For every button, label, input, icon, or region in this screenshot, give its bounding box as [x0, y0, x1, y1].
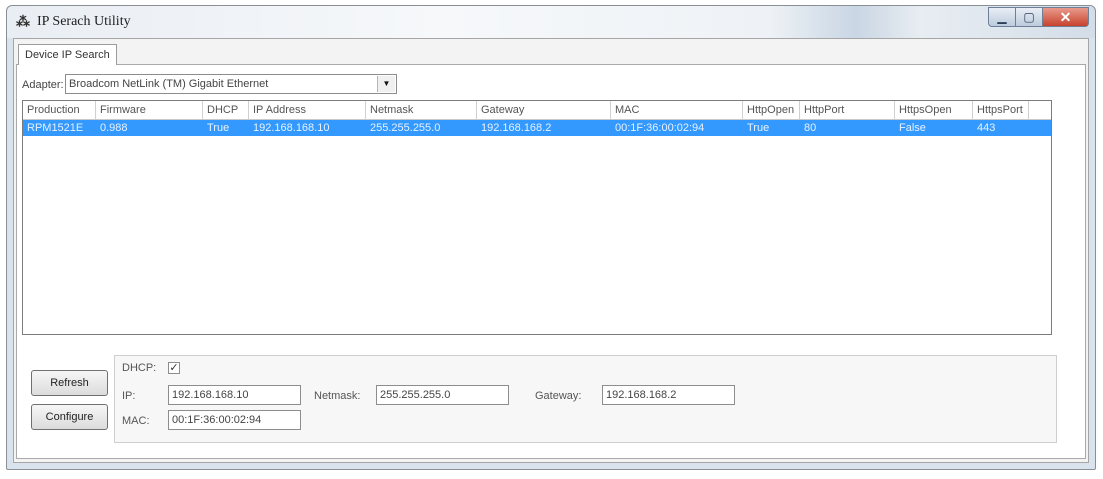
close-icon: ✕	[1059, 8, 1072, 25]
gateway-label: Gateway:	[535, 390, 582, 402]
minimize-icon: ▁	[997, 10, 1007, 24]
caption-buttons: ▁ ▢ ✕	[988, 7, 1089, 27]
column-header-gateway[interactable]: Gateway	[477, 101, 611, 119]
config-panel: DHCP: ✓ IP: 192.168.168.10 Netmask: 255.…	[114, 355, 1057, 443]
configure-button[interactable]: Configure	[31, 404, 108, 430]
column-header-netmask[interactable]: Netmask	[366, 101, 477, 119]
table-row[interactable]: RPM1521E 0.988 True 192.168.168.10 255.2…	[23, 120, 1051, 136]
tab-device-ip-search[interactable]: Device IP Search	[18, 44, 117, 65]
adapter-select[interactable]: Broadcom NetLink (TM) Gigabit Ethernet ▼	[65, 74, 397, 94]
column-header-httpsopen[interactable]: HttpsOpen	[895, 101, 973, 119]
netmask-field[interactable]: 255.255.255.0	[376, 385, 509, 405]
minimize-button[interactable]: ▁	[988, 7, 1016, 27]
dhcp-label: DHCP:	[122, 362, 157, 374]
column-header-httpport[interactable]: HttpPort	[800, 101, 895, 119]
maximize-button[interactable]: ▢	[1016, 7, 1043, 27]
column-header-ip-address[interactable]: IP Address	[249, 101, 366, 119]
cell-httpsport: 443	[977, 122, 996, 134]
mac-label: MAC:	[122, 415, 150, 427]
cell-netmask: 255.255.255.0	[370, 122, 441, 134]
netmask-label: Netmask:	[314, 390, 361, 402]
dropdown-arrow-icon[interactable]: ▼	[377, 76, 395, 92]
column-header-firmware[interactable]: Firmware	[96, 101, 203, 119]
maximize-icon: ▢	[1023, 10, 1035, 24]
app-logo-icon: ⁂	[16, 13, 30, 29]
client-area: Device IP Search Adapter: Broadcom NetLi…	[13, 38, 1089, 463]
cell-httpopen: True	[747, 122, 770, 134]
cell-httpport: 80	[804, 122, 817, 134]
dhcp-checkbox[interactable]: ✓	[168, 362, 180, 374]
cell-gateway: 192.168.168.2	[481, 122, 552, 134]
column-header-production[interactable]: Production	[23, 101, 96, 119]
ip-field[interactable]: 192.168.168.10	[168, 385, 301, 405]
tab-page: Adapter: Broadcom NetLink (TM) Gigabit E…	[16, 64, 1086, 459]
adapter-select-value: Broadcom NetLink (TM) Gigabit Ethernet	[69, 78, 269, 90]
window-title: IP Serach Utility	[37, 14, 131, 29]
device-list[interactable]: Production Firmware DHCP IP Address Netm…	[22, 100, 1052, 335]
ip-label: IP:	[122, 390, 136, 402]
close-button[interactable]: ✕	[1043, 7, 1089, 27]
cell-httpsopen: False	[899, 122, 926, 134]
adapter-label: Adapter:	[22, 79, 64, 91]
column-header-mac[interactable]: MAC	[611, 101, 743, 119]
cell-firmware: 0.988	[100, 122, 128, 134]
cell-mac: 00:1F:36:00:02:94	[615, 122, 705, 134]
app-window: ⁂ IP Serach Utility ▁ ▢ ✕ Device IP Sear…	[6, 5, 1096, 470]
gateway-field[interactable]: 192.168.168.2	[602, 385, 735, 405]
list-header: Production Firmware DHCP IP Address Netm…	[23, 101, 1051, 120]
mac-field[interactable]: 00:1F:36:00:02:94	[168, 410, 301, 430]
cell-dhcp: True	[207, 122, 230, 134]
refresh-button[interactable]: Refresh	[31, 370, 108, 396]
column-header-httpsport[interactable]: HttpsPort	[973, 101, 1029, 119]
cell-ip-address: 192.168.168.10	[253, 122, 330, 134]
column-header-httpopen[interactable]: HttpOpen	[743, 101, 800, 119]
title-bar[interactable]: ⁂ IP Serach Utility ▁ ▢ ✕	[7, 6, 1095, 38]
cell-production: RPM1521E	[27, 122, 84, 134]
column-header-dhcp[interactable]: DHCP	[203, 101, 249, 119]
